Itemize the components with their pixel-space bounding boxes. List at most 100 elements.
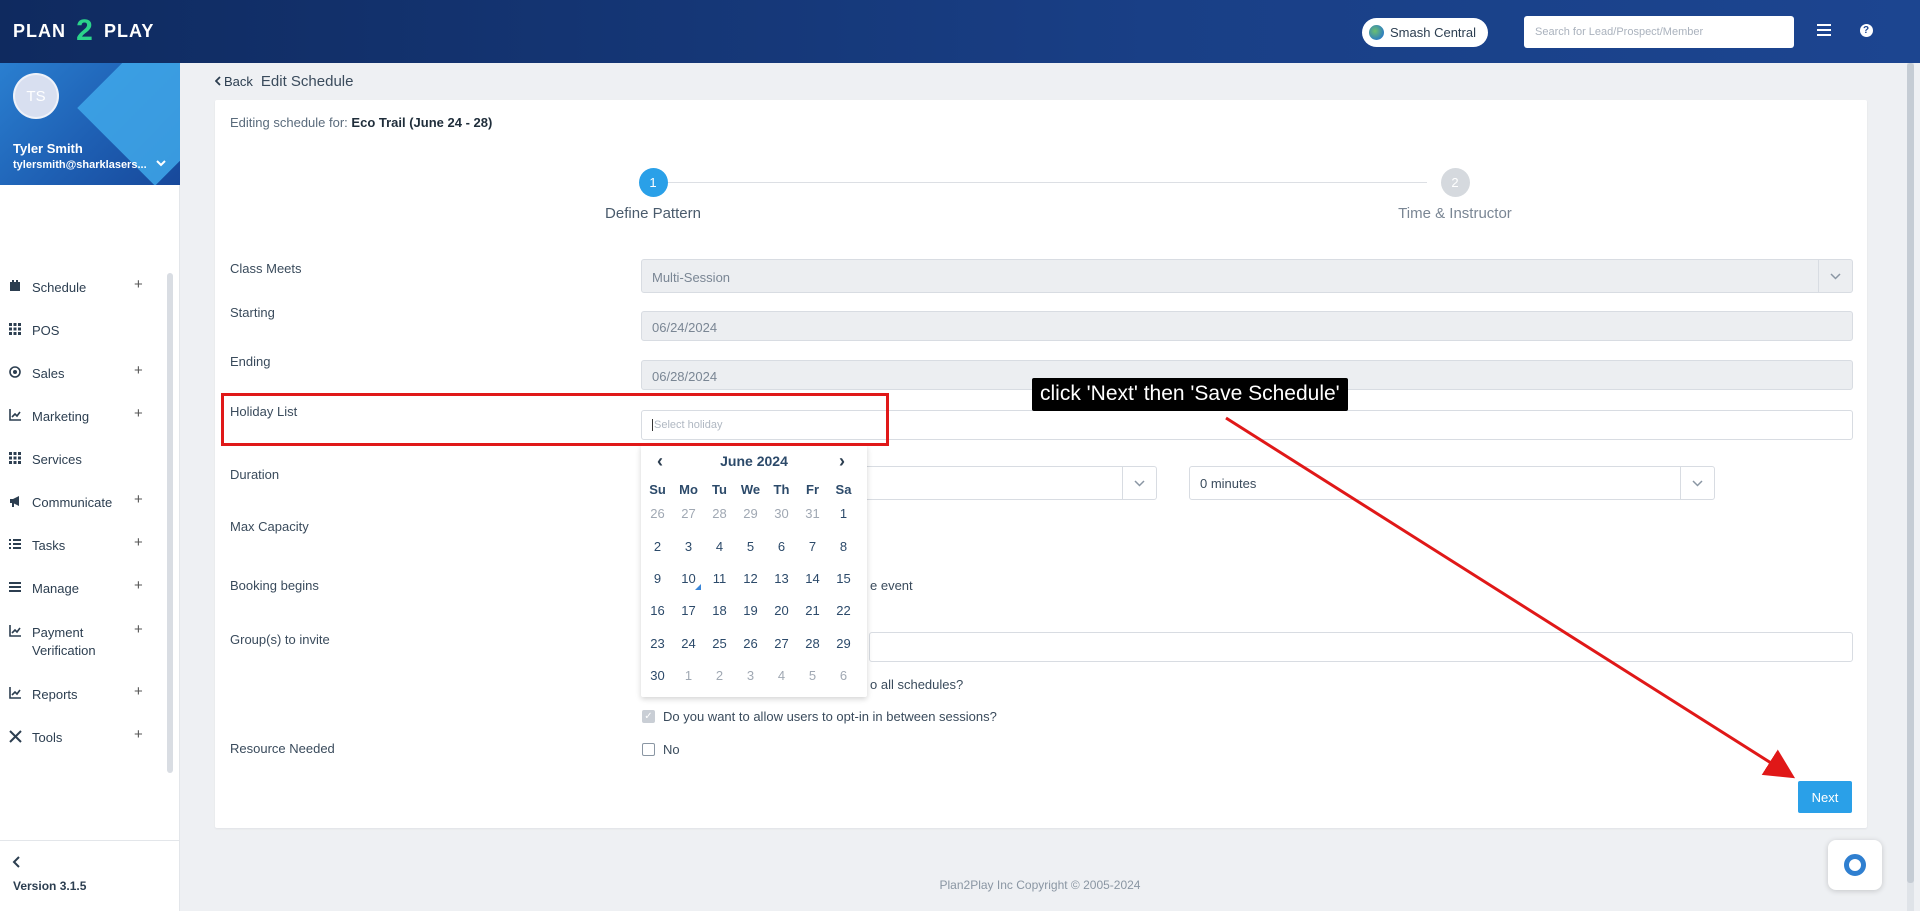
chart-icon xyxy=(8,408,22,422)
calendar-day[interactable]: 29 xyxy=(828,633,859,655)
class-meets-select[interactable]: Multi-Session xyxy=(641,259,1853,293)
editing-header: Editing schedule for: Eco Trail (June 24… xyxy=(230,115,492,130)
plus-icon[interactable]: + xyxy=(134,534,143,551)
globe-icon xyxy=(1369,25,1384,40)
sidebar-item-sales[interactable]: Sales + xyxy=(0,362,165,396)
calendar-day[interactable]: 17 xyxy=(673,600,704,622)
calendar-day[interactable]: 4 xyxy=(766,665,797,687)
page-scrollbar[interactable] xyxy=(1907,63,1914,911)
plus-icon[interactable]: + xyxy=(134,276,143,293)
calendar-day[interactable]: 4 xyxy=(704,536,735,558)
step-time-instructor[interactable]: 2 Time & Instructor xyxy=(1375,168,1535,222)
sidebar-scrollbar[interactable] xyxy=(167,273,173,773)
sidebar-item-manage[interactable]: Manage + xyxy=(0,577,165,611)
collapse-sidebar-icon[interactable] xyxy=(12,855,20,871)
plan2play-logo[interactable]: PLAN 2 PLAY xyxy=(13,14,154,48)
calendar-day[interactable]: 3 xyxy=(673,536,704,558)
target-icon xyxy=(8,365,22,379)
duration-minutes-select[interactable]: 0 minutes xyxy=(1189,466,1715,500)
search-input[interactable] xyxy=(1524,16,1794,48)
calendar-day[interactable]: 22 xyxy=(828,600,859,622)
calendar-day[interactable]: 2 xyxy=(704,665,735,687)
back-link[interactable]: Back xyxy=(214,74,253,89)
calendar-day[interactable]: 31 xyxy=(797,503,828,525)
starting-date-input[interactable]: 06/24/2024 xyxy=(641,311,1853,341)
calendar-day[interactable]: 28 xyxy=(797,633,828,655)
sidebar-item-tools[interactable]: Tools + xyxy=(0,726,165,760)
next-button[interactable]: Next xyxy=(1798,781,1852,813)
calendar-day[interactable]: 13 xyxy=(766,568,797,590)
location-selector[interactable]: Smash Central xyxy=(1362,18,1488,47)
calendar-day[interactable]: 26 xyxy=(642,503,673,525)
breadcrumb: Back Edit Schedule xyxy=(214,73,353,90)
plus-icon[interactable]: + xyxy=(134,405,143,422)
calendar-day[interactable]: 16 xyxy=(642,600,673,622)
calendar-day[interactable]: 21 xyxy=(797,600,828,622)
calendar-day[interactable]: 6 xyxy=(766,536,797,558)
calendar-day[interactable]: 14 xyxy=(797,568,828,590)
calendar-day[interactable]: 27 xyxy=(673,503,704,525)
calendar-day[interactable]: 10 xyxy=(673,568,704,590)
copyright-footer: Plan2Play Inc Copyright © 2005-2024 xyxy=(0,878,1920,892)
calendar-day[interactable]: 27 xyxy=(766,633,797,655)
calendar-day[interactable]: 18 xyxy=(704,600,735,622)
plus-icon[interactable]: + xyxy=(134,362,143,379)
plus-icon[interactable]: + xyxy=(134,683,143,700)
sidebar-item-schedule[interactable]: Schedule + xyxy=(0,276,165,310)
help-icon[interactable]: ? xyxy=(1856,20,1876,40)
calendar-day[interactable]: 28 xyxy=(704,503,735,525)
support-button[interactable] xyxy=(1828,840,1882,890)
calendar-day[interactable]: 1 xyxy=(673,665,704,687)
calendar-day[interactable]: 11 xyxy=(704,568,735,590)
step-define-pattern[interactable]: 1 Define Pattern xyxy=(583,168,723,222)
sidebar-item-reports[interactable]: Reports + xyxy=(0,683,165,717)
calendar-day[interactable]: 9 xyxy=(642,568,673,590)
calendar-day[interactable]: 3 xyxy=(735,665,766,687)
calendar-day[interactable]: 1 xyxy=(828,503,859,525)
plus-icon[interactable]: + xyxy=(134,621,143,638)
calendar-day[interactable]: 20 xyxy=(766,600,797,622)
class-meets-value: Multi-Session xyxy=(652,270,731,285)
calendar-day[interactable]: 7 xyxy=(797,536,828,558)
sidebar-item-payment-verification[interactable]: Payment Verification + xyxy=(0,621,165,663)
sidebar-item-services[interactable]: Services xyxy=(0,448,165,482)
sidebar-item-communicate[interactable]: Communicate + xyxy=(0,491,165,525)
calendar-day[interactable]: 19 xyxy=(735,600,766,622)
calendar-day[interactable]: 26 xyxy=(735,633,766,655)
calendar-day[interactable]: 24 xyxy=(673,633,704,655)
groups-to-invite-label: Group(s) to invite xyxy=(230,632,330,647)
calendar-day[interactable]: 2 xyxy=(642,536,673,558)
hamburger-icon[interactable] xyxy=(1814,20,1834,40)
sidebar-item-pos[interactable]: POS xyxy=(0,319,165,353)
calendar-day[interactable]: 15 xyxy=(828,568,859,590)
calendar-day[interactable]: 5 xyxy=(735,536,766,558)
calendar-weekday-label: Fr xyxy=(806,482,819,497)
groups-select-input[interactable] xyxy=(869,632,1853,662)
calendar-day[interactable]: 30 xyxy=(642,665,673,687)
calendar-day[interactable]: 8 xyxy=(828,536,859,558)
avatar[interactable]: TS xyxy=(13,73,59,119)
calendar-day[interactable]: 30 xyxy=(766,503,797,525)
calendar-day[interactable]: 25 xyxy=(704,633,735,655)
plus-icon[interactable]: + xyxy=(134,577,143,594)
opt-in-checkbox-row[interactable]: ✓ Do you want to allow users to opt-in i… xyxy=(642,709,997,724)
next-month-button[interactable]: › xyxy=(839,451,845,472)
sidebar-item-label: Manage xyxy=(32,581,79,596)
calendar-weekday-label: Su xyxy=(649,482,666,497)
grid-icon xyxy=(8,322,22,336)
chevron-down-icon[interactable] xyxy=(156,159,166,170)
calendar-day[interactable]: 29 xyxy=(735,503,766,525)
calendar-day[interactable]: 5 xyxy=(797,665,828,687)
plus-icon[interactable]: + xyxy=(134,491,143,508)
calendar-day[interactable]: 6 xyxy=(828,665,859,687)
sidebar-item-marketing[interactable]: Marketing + xyxy=(0,405,165,439)
sidebar-item-tasks[interactable]: Tasks + xyxy=(0,534,165,568)
resource-checkbox-row[interactable]: No xyxy=(642,742,680,757)
calendar-day[interactable]: 23 xyxy=(642,633,673,655)
profile-panel[interactable]: TS Tyler Smith tylersmith@sharklasers... xyxy=(0,63,180,185)
resource-checkbox[interactable] xyxy=(642,743,655,756)
plus-icon[interactable]: + xyxy=(134,726,143,743)
opt-in-checkbox[interactable]: ✓ xyxy=(642,710,655,723)
sidebar-item-label-line2: Verification xyxy=(32,643,96,658)
calendar-day[interactable]: 12 xyxy=(735,568,766,590)
